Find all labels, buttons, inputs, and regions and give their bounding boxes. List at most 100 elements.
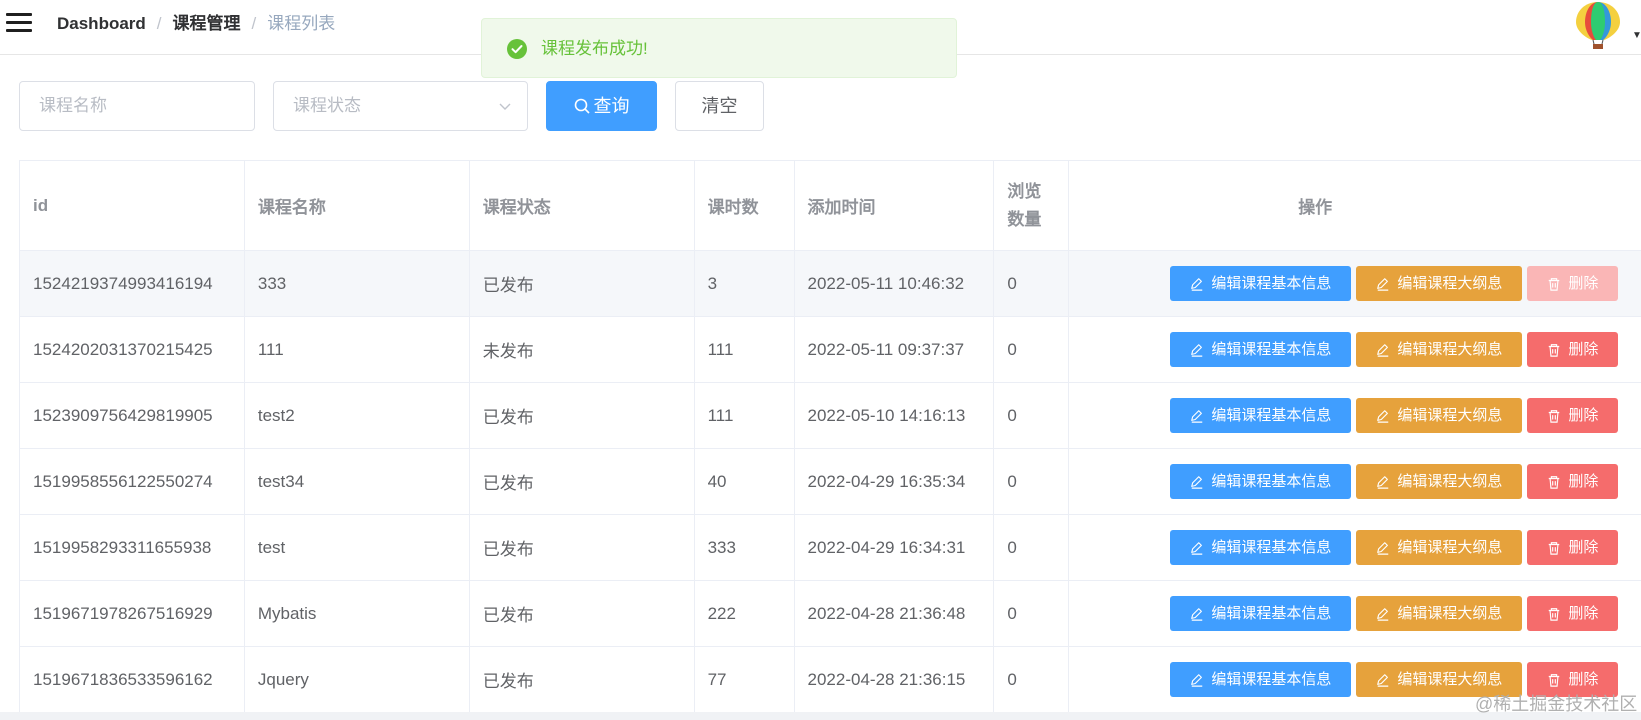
trash-icon (1549, 674, 1560, 687)
edit-course-button[interactable]: 编辑课程基本信息 (1170, 332, 1352, 367)
delete-button[interactable]: 删除 (1527, 398, 1619, 433)
edit-icon (1191, 344, 1203, 357)
table-row: 1524219374993416194 333 已发布 3 2022-05-11 10:… (20, 251, 1641, 317)
header-id: id (20, 161, 245, 250)
watermark: @稀土掘金技术社区 (1475, 694, 1638, 714)
table-row: 1524202031370215425 111 未发布 111 2022-05-11 0… (20, 317, 1641, 383)
edit-icon (1191, 542, 1203, 555)
bottom-scroll-bar[interactable] (0, 712, 1641, 720)
cell-time: 2022-04-28 21:36:15 (795, 647, 995, 712)
cell-name: Mybatis (245, 581, 470, 646)
edit-course-button-label: 编辑课程基本信息 (1211, 671, 1332, 688)
course-status-placeholder: 课程状态 (293, 96, 361, 115)
edit-course-button[interactable]: 编辑课程基本信息 (1170, 596, 1352, 631)
clear-button[interactable]: 清空 (675, 81, 764, 131)
breadcrumb-course-management[interactable]: 课程管理 (173, 14, 241, 33)
cell-status: 已发布 (470, 647, 695, 712)
trash-icon (1549, 608, 1560, 621)
success-toast: 课程发布成功! (481, 18, 957, 78)
edit-outline-button-label: 编辑课程大纲息 (1397, 275, 1503, 292)
cell-name: Jquery (245, 647, 470, 712)
edit-outline-button-label: 编辑课程大纲息 (1397, 671, 1503, 688)
edit-icon (1377, 674, 1389, 687)
cell-status: 已发布 (470, 581, 695, 646)
chevron-down-icon (499, 103, 511, 110)
cell-status: 已发布 (470, 383, 695, 448)
cell-time: 2022-04-28 21:36:48 (795, 581, 995, 646)
edit-course-button-label: 编辑课程基本信息 (1211, 605, 1332, 622)
cell-hours: 40 (695, 449, 795, 514)
cell-time: 2022-04-29 16:34:31 (795, 515, 995, 580)
query-button[interactable]: 查询 (546, 81, 657, 131)
table-row: 1519958293311655938 test 已发布 333 2022-04-29 … (20, 515, 1641, 581)
cell-ops: 编辑课程基本信息 编辑课程大纲息 删除 (1069, 317, 1641, 382)
caret-down-icon[interactable]: ▼ (1632, 30, 1641, 41)
edit-outline-button[interactable]: 编辑课程大纲息 (1356, 596, 1523, 631)
edit-course-button[interactable]: 编辑课程基本信息 (1170, 662, 1352, 697)
cell-views: 0 (994, 383, 1070, 448)
cell-status: 已发布 (470, 515, 695, 580)
edit-course-button-label: 编辑课程基本信息 (1211, 539, 1332, 556)
cell-id: 1519671978267516929 (20, 581, 245, 646)
cell-name: test (245, 515, 470, 580)
edit-course-button[interactable]: 编辑课程基本信息 (1170, 464, 1352, 499)
edit-course-button[interactable]: 编辑课程基本信息 (1170, 266, 1352, 301)
delete-button[interactable]: 删除 (1527, 332, 1619, 367)
cell-id: 1524202031370215425 (20, 317, 245, 382)
trash-icon (1549, 410, 1560, 423)
course-name-input[interactable]: 课程名称 (19, 81, 255, 131)
cell-views: 0 (994, 449, 1070, 514)
edit-course-button-label: 编辑课程基本信息 (1211, 275, 1332, 292)
query-button-label: 查询 (593, 96, 630, 116)
table-row: 1519671978267516929 Mybatis 已发布 222 2022-04-… (20, 581, 1641, 647)
cell-views: 0 (994, 317, 1070, 382)
breadcrumb-dashboard[interactable]: Dashboard (57, 14, 146, 33)
cell-ops: 编辑课程基本信息 编辑课程大纲息 删除 (1069, 449, 1641, 514)
header-time: 添加时间 (795, 161, 995, 250)
table-header: id 课程名称 课程状态 课时数 添加时间 浏览数量 操作 (20, 161, 1641, 251)
edit-outline-button-label: 编辑课程大纲息 (1397, 473, 1503, 490)
cell-ops: 编辑课程基本信息 编辑课程大纲息 删除 (1069, 515, 1641, 580)
edit-course-button[interactable]: 编辑课程基本信息 (1170, 398, 1352, 433)
cell-hours: 222 (695, 581, 795, 646)
edit-outline-button-label: 编辑课程大纲息 (1397, 407, 1503, 424)
edit-outline-button[interactable]: 编辑课程大纲息 (1356, 464, 1523, 499)
delete-button[interactable]: 删除 (1527, 464, 1619, 499)
cell-time: 2022-05-10 14:16:13 (795, 383, 995, 448)
edit-outline-button[interactable]: 编辑课程大纲息 (1356, 266, 1523, 301)
cell-id: 1524219374993416194 (20, 251, 245, 316)
trash-icon (1549, 344, 1560, 357)
edit-outline-button-label: 编辑课程大纲息 (1397, 539, 1503, 556)
breadcrumb-course-list: 课程列表 (267, 14, 336, 33)
avatar[interactable] (1572, 0, 1624, 50)
edit-icon (1377, 410, 1389, 423)
edit-icon (1191, 476, 1203, 489)
header-name: 课程名称 (245, 161, 470, 250)
delete-button[interactable]: 删除 (1527, 530, 1619, 565)
cell-status: 已发布 (470, 449, 695, 514)
edit-icon (1191, 674, 1203, 687)
breadcrumb: Dashboard / 课程管理 / 课程列表 (57, 14, 336, 33)
table-body: 1524219374993416194 333 已发布 3 2022-05-11 10:… (20, 251, 1641, 713)
hamburger-menu-icon[interactable] (6, 13, 32, 33)
cell-status: 未发布 (470, 317, 695, 382)
header-views: 浏览数量 (994, 161, 1070, 250)
cell-views: 0 (994, 647, 1070, 712)
edit-outline-button[interactable]: 编辑课程大纲息 (1356, 332, 1523, 367)
cell-id: 1519958293311655938 (20, 515, 245, 580)
cell-name: test34 (245, 449, 470, 514)
delete-button[interactable]: 删除 (1527, 266, 1619, 301)
cell-ops: 编辑课程基本信息 编辑课程大纲息 删除 (1069, 581, 1641, 646)
course-status-select[interactable]: 课程状态 (273, 81, 528, 131)
delete-button[interactable]: 删除 (1527, 596, 1619, 631)
cell-id: 1523909756429819905 (20, 383, 245, 448)
toast-message: 课程发布成功! (541, 39, 648, 58)
success-check-icon (507, 39, 527, 59)
cell-hours: 77 (695, 647, 795, 712)
edit-icon (1377, 344, 1389, 357)
cell-ops: 编辑课程基本信息 编辑课程大纲息 删除 (1069, 251, 1641, 316)
edit-outline-button[interactable]: 编辑课程大纲息 (1356, 530, 1523, 565)
edit-outline-button[interactable]: 编辑课程大纲息 (1356, 398, 1523, 433)
table-row: 1523909756429819905 test2 已发布 111 2022-05-10… (20, 383, 1641, 449)
edit-course-button[interactable]: 编辑课程基本信息 (1170, 530, 1352, 565)
